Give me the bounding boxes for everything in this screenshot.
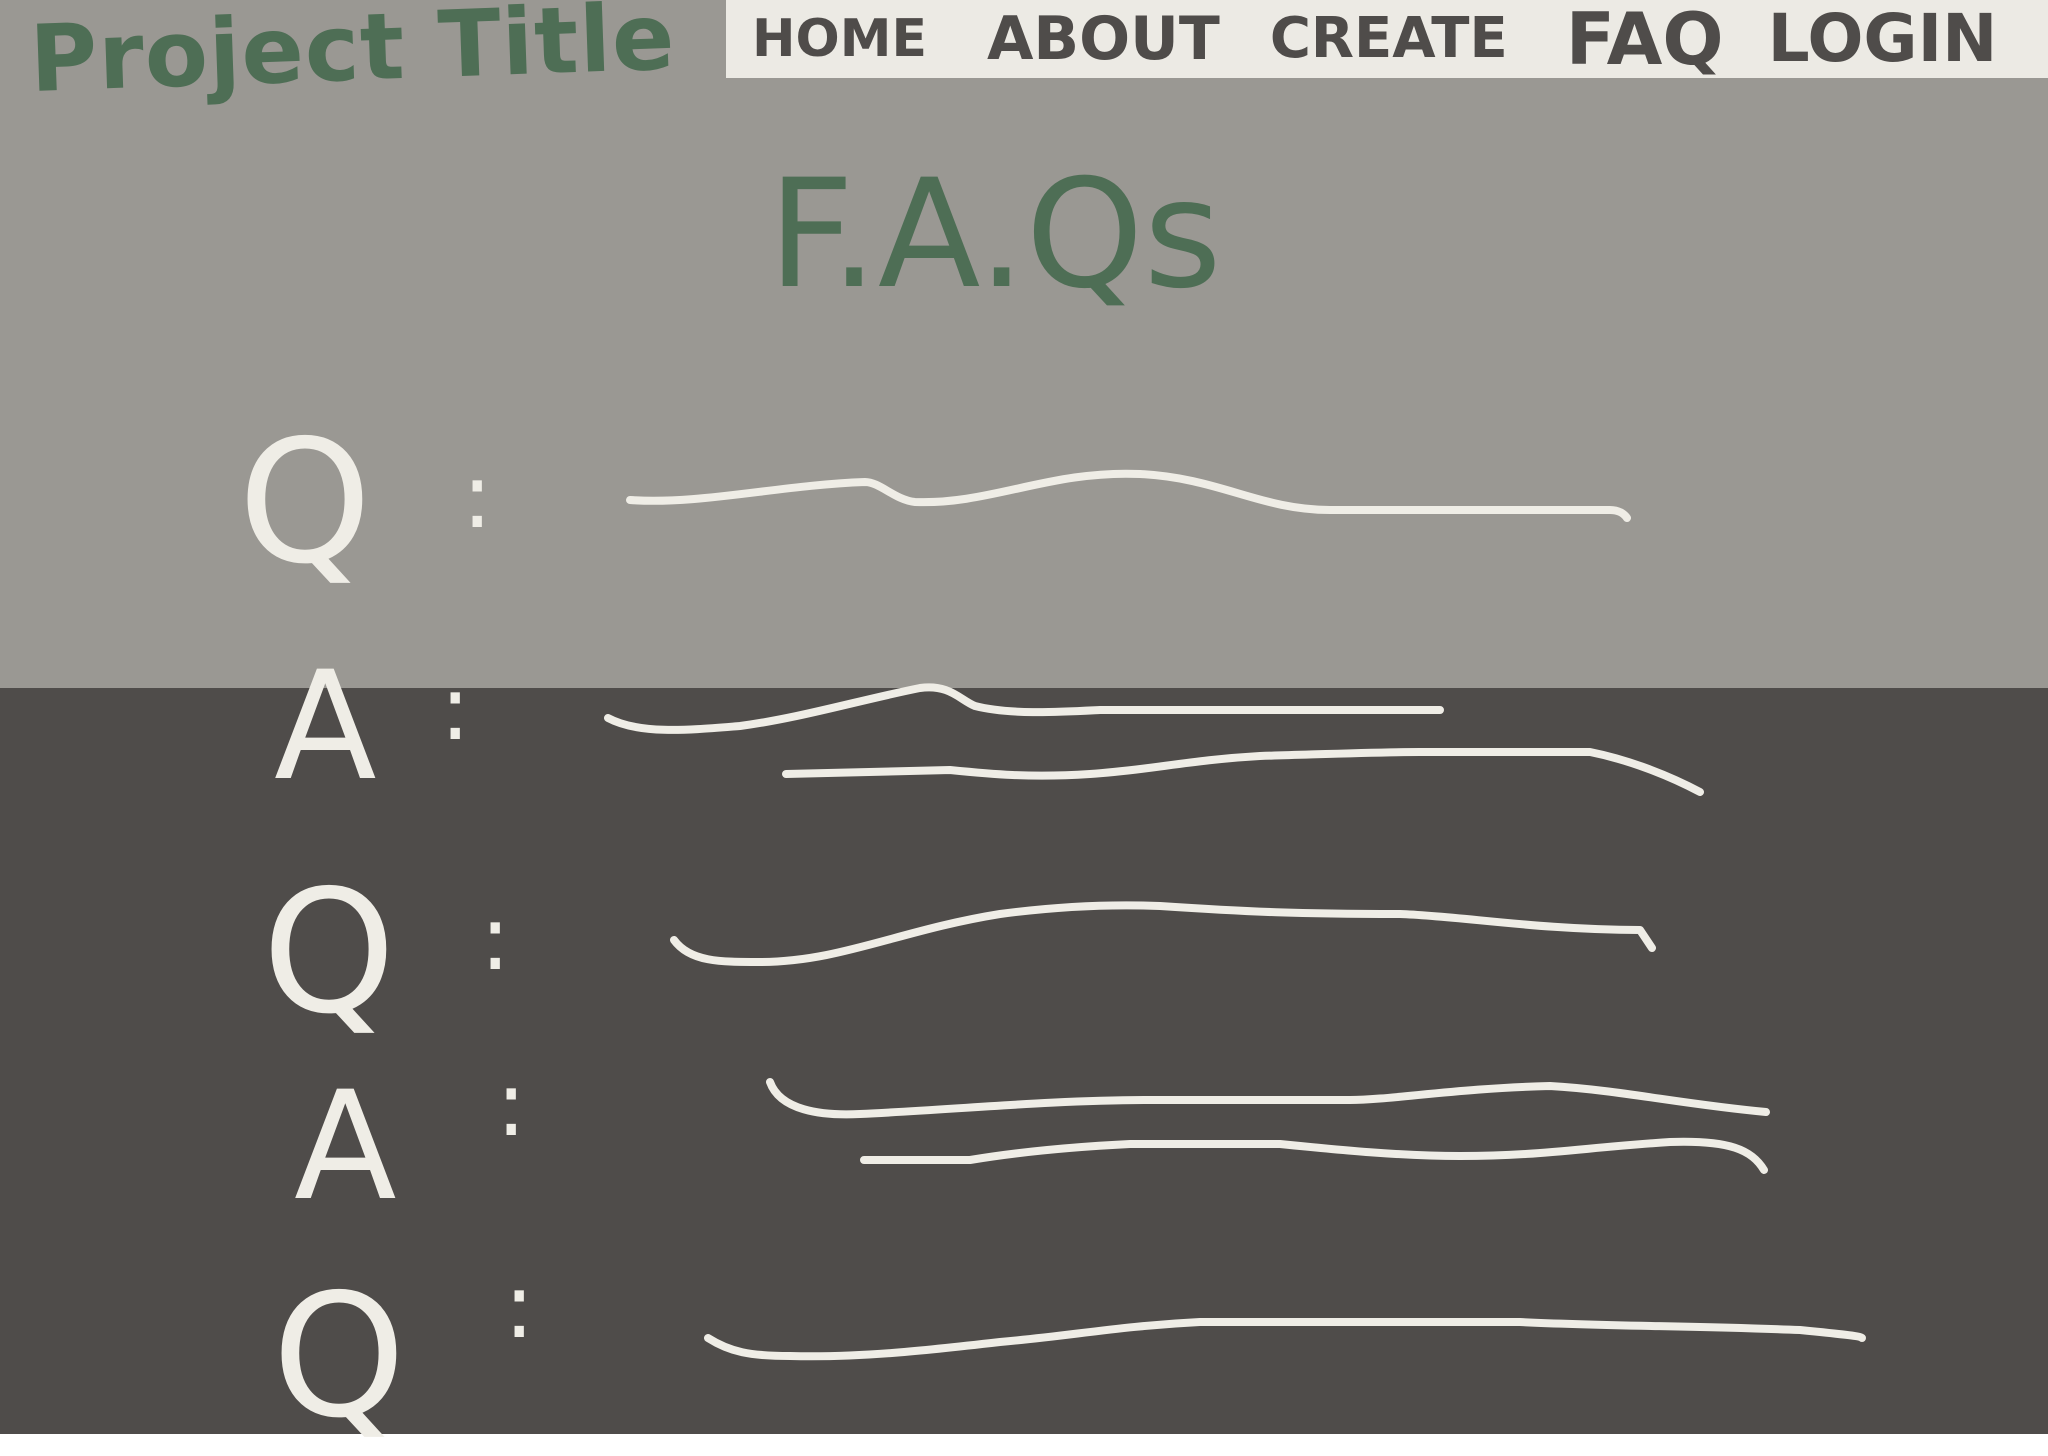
faq-scribbles [604,469,1866,1361]
answer-1-line-2 [782,748,1704,796]
answer-2-line-1 [766,1078,1770,1119]
question-2-line [670,901,1656,966]
answer-1-line-1 [604,683,1444,734]
answer-2-line-2 [860,1137,1768,1174]
question-3-line [704,1318,1866,1361]
question-1-line [626,469,1631,522]
